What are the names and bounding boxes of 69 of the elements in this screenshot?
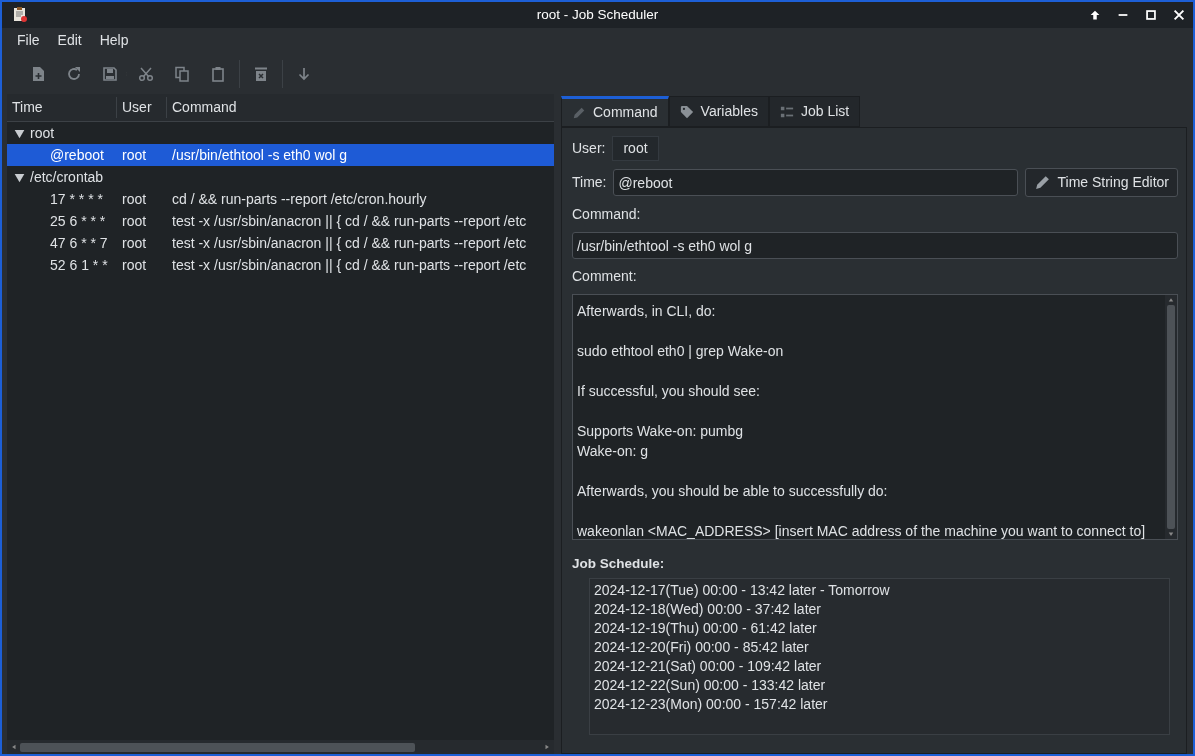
scroll-up-icon [1168, 297, 1174, 303]
clipboard-icon [210, 65, 226, 82]
down-arrow-icon [296, 65, 312, 82]
table-cell-text: /usr/bin/ethtool -s eth0 wol g [171, 145, 349, 165]
schedule-entry: 2024-12-23(Mon) 00:00 - 157:42 later [594, 694, 829, 714]
pencil-icon [572, 105, 586, 120]
keep-above-icon [1088, 8, 1102, 22]
table-cell-text: root [121, 255, 148, 275]
field-label: Command: [572, 205, 642, 224]
user-value: root [612, 136, 659, 161]
table-cell-text: 17 * * * * [49, 189, 104, 209]
vertical-scrollbar[interactable] [1165, 295, 1177, 539]
scroll-left-icon [11, 744, 17, 750]
close-icon [1172, 8, 1186, 22]
schedule-entry: 2024-12-20(Fri) 00:00 - 85:42 later [594, 637, 810, 657]
delete-icon [253, 65, 269, 82]
time-string-editor-button[interactable]: Time String Editor [1025, 168, 1178, 197]
column-header[interactable]: Time [7, 97, 117, 118]
command-field[interactable]: /usr/bin/ethtool -s eth0 wol g [572, 232, 1178, 259]
tab[interactable]: Job List [768, 96, 861, 127]
selected-row-highlight[interactable]: @reboot root /usr/bin/ethtool -s eth0 wol g [7, 144, 554, 166]
maximize-icon [1144, 8, 1158, 22]
scissors-icon [138, 65, 154, 82]
comment-field[interactable]: Afterwards, in CLI, do: sudo ethtool eth0 | grep Wake-on If successful, you should see: Supports Wake-on: pumbg Wake-on: g Afterwards, you should be able to successfully do: wakeonlan <MAC_ADDRESS> [insert MAC address of the machine you want to connect to] [572, 294, 1178, 540]
table-cell-text: cd / && run-parts --report /etc/cron.hourly [171, 189, 428, 209]
scroll-right-icon [544, 744, 550, 750]
table-cell-text: root [121, 189, 148, 209]
table-cell-text: 25 6 * * * [49, 211, 107, 231]
scroll-down-icon [1168, 531, 1174, 537]
field-label: Comment: [572, 267, 638, 286]
schedule-entry: 2024-12-21(Sat) 00:00 - 109:42 later [594, 656, 823, 676]
tree-group-label[interactable]: root [30, 122, 55, 144]
column-header[interactable]: Command [167, 97, 554, 118]
table-cell-text: 47 6 * * 7 [49, 233, 109, 253]
table-cell-text: root [121, 145, 148, 165]
column-header[interactable]: User [117, 97, 167, 118]
tree-group-label[interactable]: /etc/crontab [30, 166, 104, 188]
menu-item[interactable]: File [8, 30, 49, 51]
clipboard-icon [12, 6, 28, 22]
window-title: root - Job Scheduler [536, 5, 659, 24]
pencil-icon [1034, 174, 1052, 191]
menu-item[interactable]: Help [90, 30, 138, 51]
copy-icon [174, 65, 190, 82]
collapse-arrow-icon[interactable] [14, 171, 25, 183]
field-label: Time: [572, 173, 607, 192]
table-cell-text: root [121, 211, 148, 231]
table-cell-text: test -x /usr/sbin/anacron || { cd / && run-parts --report /etc [171, 255, 528, 275]
tab[interactable]: Variables [668, 96, 769, 127]
time-field[interactable]: @reboot [613, 169, 1019, 196]
schedule-entry: 2024-12-22(Sun) 00:00 - 133:42 later [594, 675, 827, 695]
reload-icon [66, 65, 82, 82]
table-cell-text: test -x /usr/sbin/anacron || { cd / && run-parts --report /etc [171, 233, 528, 253]
section-label: Job Schedule: [572, 555, 666, 573]
table-cell-text: test -x /usr/sbin/anacron || { cd / && run-parts --report /etc [171, 211, 528, 231]
save-icon [102, 65, 118, 82]
schedule-entry: 2024-12-17(Tue) 00:00 - 13:42 later - Tomorrow [594, 580, 891, 600]
list-icon [779, 104, 794, 119]
menu-item[interactable]: Edit [48, 30, 91, 51]
table-cell-text: @reboot [49, 145, 105, 165]
horizontal-scrollbar[interactable] [7, 740, 554, 754]
schedule-entry: 2024-12-19(Thu) 00:00 - 61:42 later [594, 618, 818, 638]
table-cell-text: 52 6 1 * * [49, 255, 109, 275]
collapse-arrow-icon[interactable] [14, 127, 25, 139]
table-cell-text: root [121, 233, 148, 253]
schedule-entry: 2024-12-18(Wed) 00:00 - 37:42 later [594, 599, 822, 619]
tab[interactable]: Command [561, 96, 669, 127]
field-label: User: [572, 139, 606, 158]
new-file-icon [30, 65, 46, 82]
tag-icon [679, 104, 694, 119]
